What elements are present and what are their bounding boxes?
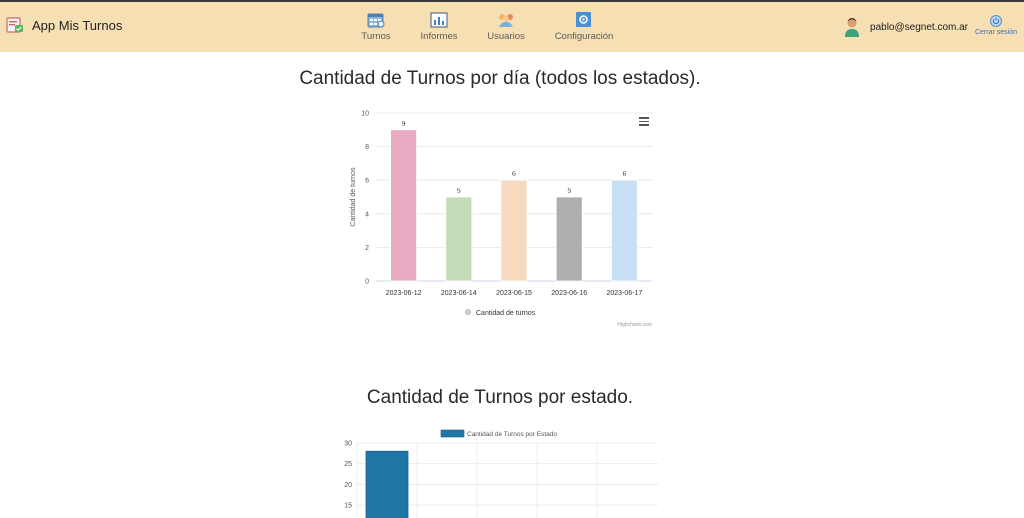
y-tick-label: 4: [365, 211, 369, 218]
y-tick-label: 2: [365, 245, 369, 252]
legend-marker: [464, 308, 472, 316]
chart-credits: Highcharts.com: [617, 322, 652, 328]
nav-item-configuracion[interactable]: Configuración: [539, 12, 629, 42]
x-tick-label: 2023-06-17: [606, 290, 642, 297]
bar: [500, 179, 528, 282]
bar: [445, 196, 473, 282]
chart-menu-button[interactable]: [639, 117, 649, 126]
bar: [555, 196, 583, 282]
y-axis-title: Cantidad de turnos: [350, 167, 357, 227]
y-tick-label: 6: [365, 178, 369, 185]
y-tick-label: 10: [361, 111, 369, 118]
y-tick-label: 15: [344, 503, 352, 510]
chart-turnos-por-estado: 15 20 25 30 Cantidad de Turnos por Estado: [344, 429, 658, 518]
data-label: 5: [567, 188, 571, 195]
calendar-icon: [367, 13, 385, 28]
user-avatar-icon: [845, 18, 860, 37]
top-navbar: App Mis Turnos Turnos Informes Usuarios …: [0, 0, 1024, 52]
logout-label: Cerrar sesión: [974, 29, 1017, 36]
power-icon: [990, 15, 1002, 27]
bar-chart-icon: [430, 12, 448, 28]
logout-button[interactable]: Cerrar sesión: [974, 15, 1018, 36]
data-label: 5: [457, 188, 461, 195]
bar: [365, 450, 409, 518]
user-email: pablo@segnet.com.ar: [870, 21, 968, 33]
nav-label: Usuarios: [487, 31, 525, 42]
gear-icon: [576, 12, 591, 27]
legend-label: Cantidad de turnos: [476, 310, 536, 317]
legend-label: Cantidad de Turnos por Estado: [467, 431, 557, 438]
legend-marker: [440, 429, 465, 438]
nav-label: Informes: [420, 31, 458, 42]
chart-title-turnos-por-dia: Cantidad de Turnos por día (todos los es…: [299, 68, 701, 89]
x-tick-label: 2023-06-14: [441, 290, 477, 297]
bar: [390, 129, 417, 282]
x-tick-label: 2023-06-16: [551, 290, 587, 297]
chart-title-turnos-por-estado: Cantidad de Turnos por estado.: [366, 387, 634, 408]
bar: [610, 179, 638, 282]
x-tick-label: 2023-06-12: [386, 290, 422, 297]
users-icon: [499, 14, 513, 27]
x-tick-label: 2023-06-15: [496, 290, 532, 297]
y-tick-label: 8: [365, 144, 369, 151]
nav-item-usuarios[interactable]: Usuarios: [461, 12, 551, 42]
nav-label: Configuración: [554, 31, 614, 42]
data-label: 6: [622, 171, 626, 178]
y-tick-label: 25: [344, 461, 352, 468]
y-tick-label: 0: [365, 279, 369, 286]
chart-turnos-por-dia: 0 2 4 6 8 10 Cantidad de turnos 9 2023-06-12 5 202…: [350, 111, 652, 328]
nav-label: Turnos: [361, 31, 391, 42]
data-label: 6: [512, 171, 516, 178]
y-tick-label: 30: [344, 441, 352, 448]
user-info: pablo@segnet.com.ar: [844, 17, 968, 37]
y-tick-label: 20: [344, 482, 352, 489]
data-label: 9: [402, 121, 406, 128]
